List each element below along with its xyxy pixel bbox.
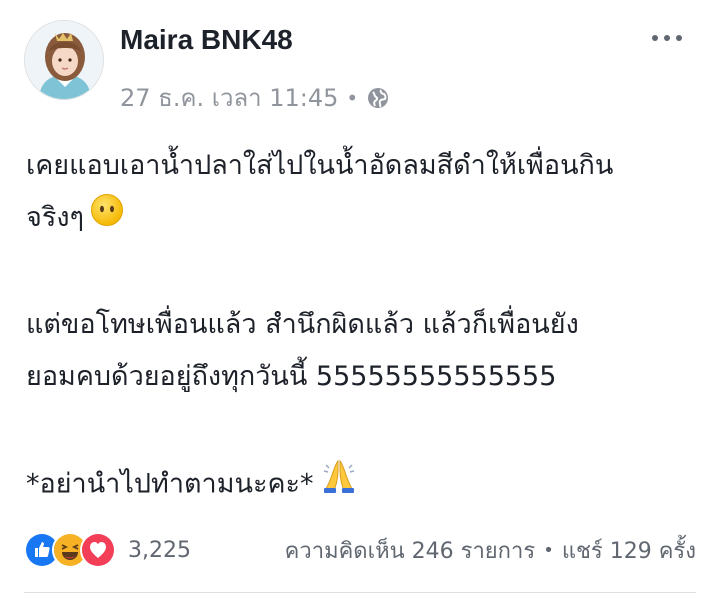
- shares-count-link[interactable]: แชร์ 129 ครั้ง: [562, 533, 696, 568]
- post-meta: 27 ธ.ค. เวลา 11:45 •: [120, 78, 390, 117]
- dot: [664, 35, 670, 41]
- post-line: เคยแอบเอาน้ำปลาใส่ไปในน้ำอัดลมสีดำให้เพื…: [26, 150, 614, 181]
- post-line-with-emoji: จริงๆ: [26, 192, 696, 245]
- folded-hands-emoji: [320, 457, 358, 513]
- facebook-post: Maira BNK48 27 ธ.ค. เวลา 11:45 • เคยแอบเ…: [0, 0, 720, 599]
- more-options-icon[interactable]: [647, 26, 687, 50]
- engagement-stats: ความคิดเห็น 246 รายการ • แชร์ 129 ครั้ง: [285, 533, 696, 568]
- reaction-count: 3,225: [128, 537, 191, 563]
- post-line: ยอมคบด้วยอยู่ถึงทุกวันนี้ 55555555555555: [26, 360, 557, 392]
- reactions-summary[interactable]: 3,225: [24, 532, 191, 568]
- post-line: *อย่านำไปทำตามนะคะ*: [26, 468, 314, 499]
- dot: [652, 35, 658, 41]
- avatar[interactable]: [24, 20, 104, 100]
- footer-divider: [24, 592, 696, 593]
- no-mouth-face-emoji: [90, 193, 124, 245]
- post-line: แต่ขอโทษเพื่อนแล้ว สำนึกผิดแล้ว แล้วก็เพ…: [26, 308, 579, 340]
- globe-icon[interactable]: [366, 86, 390, 110]
- comments-count-link[interactable]: ความคิดเห็น 246 รายการ: [285, 533, 536, 568]
- author-name[interactable]: Maira BNK48: [120, 24, 293, 56]
- meta-separator: •: [346, 85, 359, 110]
- post-text: เคยแอบเอาน้ำปลาใส่ไปในน้ำอัดลมสีดำให้เพื…: [26, 140, 696, 513]
- post-footer: 3,225 ความคิดเห็น 246 รายการ • แชร์ 129 …: [24, 532, 696, 568]
- stats-separator: •: [543, 539, 554, 561]
- timestamp[interactable]: 27 ธ.ค. เวลา 11:45: [120, 78, 338, 117]
- post-line-with-emoji: *อย่านำไปทำตามนะคะ*: [26, 457, 696, 513]
- dot: [676, 35, 682, 41]
- love-icon: [80, 532, 116, 568]
- post-line: จริงๆ: [26, 202, 85, 233]
